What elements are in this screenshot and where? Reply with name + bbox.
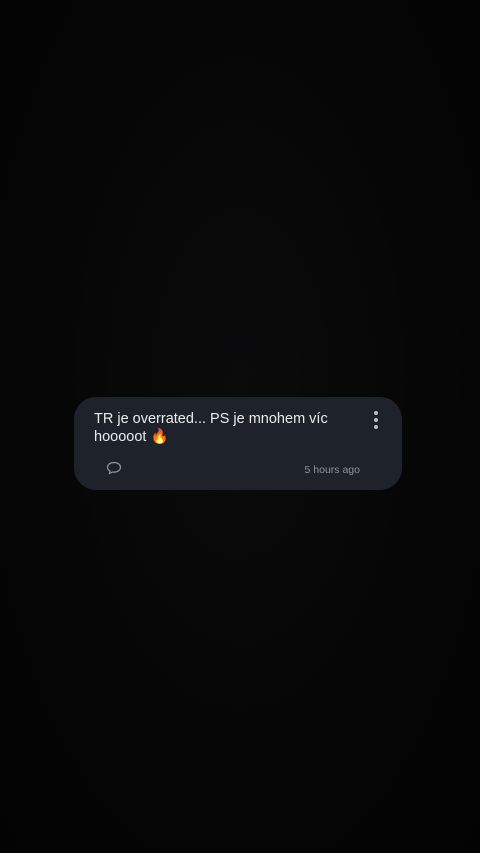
more-options-button[interactable] (368, 409, 384, 431)
comment-card[interactable]: TR je overrated... PS je mnohem víc hooo… (74, 397, 402, 490)
more-vertical-icon (374, 411, 378, 415)
comment-text: TR je overrated... PS je mnohem víc hooo… (94, 411, 332, 445)
more-vertical-icon-dot (374, 418, 378, 422)
reply-button[interactable] (106, 461, 122, 475)
more-vertical-icon-dot (374, 425, 378, 429)
speech-bubble-icon (106, 461, 122, 475)
screen-background: TR je overrated... PS je mnohem víc hooo… (0, 0, 480, 853)
comment-timestamp: 5 hours ago (304, 464, 360, 476)
